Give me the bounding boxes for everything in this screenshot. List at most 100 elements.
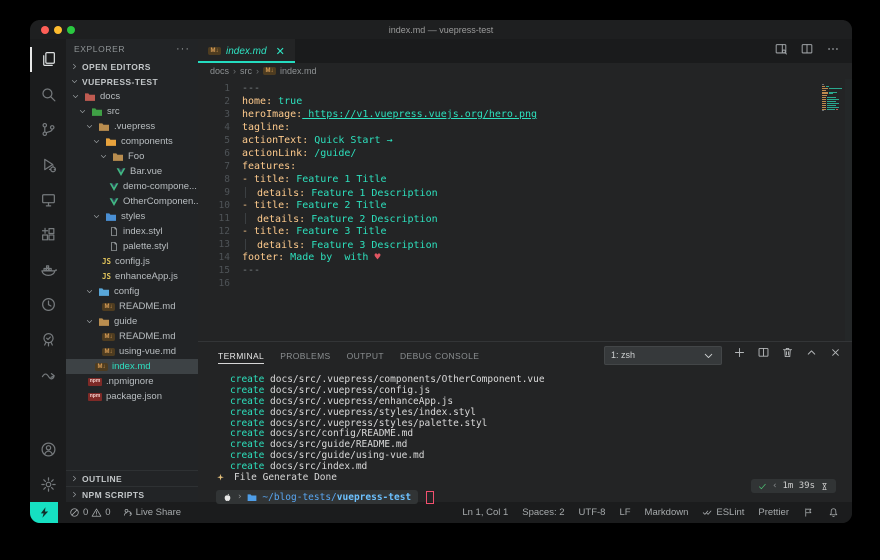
editor-area[interactable]: 1 --- 2 home: true 3 heroImage: https://v1.vu… bbox=[198, 79, 852, 341]
vscode-window: index.md — vuepress-test EXPLORER ··· OP… bbox=[30, 20, 852, 523]
tree-item-readme-md[interactable]: M↓ README.md bbox=[66, 329, 198, 344]
tree-item-index-styl[interactable]: index.styl bbox=[66, 224, 198, 239]
status-notifications[interactable] bbox=[828, 507, 839, 518]
code-line-3[interactable]: 3 heroImage: https://v1.vuepress.vuejs.or… bbox=[198, 108, 820, 121]
remote-indicator[interactable] bbox=[30, 502, 58, 523]
tree-item--vuepress[interactable]: .vuepress bbox=[66, 119, 198, 134]
close-tab-icon[interactable]: ✕ bbox=[276, 45, 285, 58]
status-lf[interactable]: LF bbox=[619, 507, 630, 518]
maximize-window-button[interactable] bbox=[67, 25, 75, 34]
code-line-15[interactable]: 15 --- bbox=[198, 264, 820, 277]
code-line-7[interactable]: 7 features: bbox=[198, 160, 820, 173]
tab-index-md[interactable]: M↓ index.md ✕ bbox=[198, 39, 295, 63]
code-line-2[interactable]: 2 home: true bbox=[198, 95, 820, 108]
folder-icon bbox=[247, 493, 257, 502]
hourglass-icon bbox=[820, 482, 829, 491]
code-line-9[interactable]: 9 details: Feature 1 Description bbox=[198, 186, 820, 199]
panel-tab-output[interactable]: OUTPUT bbox=[347, 345, 384, 366]
tree-item-enhanceapp-js[interactable]: JS enhanceApp.js bbox=[66, 269, 198, 284]
tree-item-config[interactable]: config bbox=[66, 284, 198, 299]
maximize-panel-icon[interactable] bbox=[805, 346, 818, 364]
activity-wave-extension-icon[interactable] bbox=[30, 357, 66, 392]
code-line-1[interactable]: 1 --- bbox=[198, 82, 820, 95]
sidebar-more-actions-icon[interactable]: ··· bbox=[176, 43, 190, 55]
line-number: 10 bbox=[218, 200, 230, 211]
close-window-button[interactable] bbox=[41, 25, 49, 34]
breadcrumb-docs[interactable]: docs bbox=[210, 66, 229, 76]
activity-remote-explorer-icon[interactable] bbox=[30, 182, 66, 217]
terminal-content[interactable]: create docs/src/.vuepress/components/Oth… bbox=[198, 368, 852, 505]
tree-item-src[interactable]: src bbox=[66, 104, 198, 119]
problems-status[interactable]: 0 0 bbox=[69, 507, 111, 518]
live-share-status[interactable]: Live Share bbox=[122, 507, 181, 518]
activity-docker-icon[interactable] bbox=[30, 252, 66, 287]
activity-source-control-icon[interactable] bbox=[30, 112, 66, 147]
section-open-editors[interactable]: OPEN EDITORS bbox=[66, 59, 198, 74]
tree-item-demo-compone-[interactable]: demo-compone... bbox=[66, 179, 198, 194]
editor-scrollbar[interactable] bbox=[845, 79, 852, 341]
kill-terminal-icon[interactable] bbox=[781, 346, 794, 364]
code-line-4[interactable]: 4 tagline: bbox=[198, 121, 820, 134]
tree-item-using-vue-md[interactable]: M↓ using-vue.md bbox=[66, 344, 198, 359]
status-eslint[interactable]: ESLint bbox=[702, 507, 744, 518]
code-line-8[interactable]: 8- title: Feature 1 Title bbox=[198, 173, 820, 186]
code-line-13[interactable]: 13 details: Feature 3 Description bbox=[198, 238, 820, 251]
activity-tree-extension-icon[interactable] bbox=[30, 322, 66, 357]
status-prettier[interactable]: Prettier bbox=[758, 507, 789, 518]
editor-more-actions-icon[interactable] bbox=[826, 42, 840, 61]
code-line-14[interactable]: 14 footer: Made by with ♥ bbox=[198, 251, 820, 264]
panel-tab-terminal[interactable]: TERMINAL bbox=[218, 345, 265, 366]
code-line-16[interactable]: 16 bbox=[198, 277, 820, 290]
tree-item-docs[interactable]: docs bbox=[66, 89, 198, 104]
code-line-12[interactable]: 12- title: Feature 3 Title bbox=[198, 225, 820, 238]
close-panel-icon[interactable] bbox=[829, 346, 842, 364]
tree-item-styles[interactable]: styles bbox=[66, 209, 198, 224]
split-editor-icon[interactable] bbox=[800, 42, 814, 61]
activity-run-debug-icon[interactable] bbox=[30, 147, 66, 182]
section-outline[interactable]: OUTLINE bbox=[66, 470, 198, 486]
tree-item-components[interactable]: components bbox=[66, 134, 198, 149]
code-line-11[interactable]: 11 details: Feature 2 Description bbox=[198, 212, 820, 225]
activity-explorer-icon[interactable] bbox=[30, 42, 66, 77]
tree-item-readme-md[interactable]: M↓ README.md bbox=[66, 299, 198, 314]
section-npm-scripts[interactable]: NPM SCRIPTS bbox=[66, 486, 198, 502]
tree-item-config-js[interactable]: JS config.js bbox=[66, 254, 198, 269]
new-terminal-icon[interactable] bbox=[733, 346, 746, 364]
activity-search-icon[interactable] bbox=[30, 77, 66, 112]
code-line-6[interactable]: 6 actionLink: /guide/ bbox=[198, 147, 820, 160]
activity-accounts-icon[interactable] bbox=[30, 432, 66, 467]
activity-clock-extension-icon[interactable] bbox=[30, 287, 66, 322]
panel-tab-problems[interactable]: PROBLEMS bbox=[280, 345, 330, 366]
tree-item-package-json[interactable]: npm package.json bbox=[66, 389, 198, 404]
open-changes-icon[interactable] bbox=[774, 42, 788, 61]
tree-item--npmignore[interactable]: npm .npmignore bbox=[66, 374, 198, 389]
tree-item-palette-styl[interactable]: palette.styl bbox=[66, 239, 198, 254]
code-line-10[interactable]: 10- title: Feature 2 Title bbox=[198, 199, 820, 212]
line-number: 8 bbox=[224, 174, 230, 185]
terminal-shell-select[interactable]: 1: zsh bbox=[604, 345, 722, 365]
split-terminal-icon[interactable] bbox=[757, 346, 770, 364]
minimize-window-button[interactable] bbox=[54, 25, 62, 34]
tree-item-foo[interactable]: Foo bbox=[66, 149, 198, 164]
tree-item-guide[interactable]: guide bbox=[66, 314, 198, 329]
tree-item-bar-vue[interactable]: Bar.vue bbox=[66, 164, 198, 179]
status-spaces-2[interactable]: Spaces: 2 bbox=[522, 507, 564, 518]
tree-item-othercomponen-[interactable]: OtherComponen... bbox=[66, 194, 198, 209]
sidebar-title: EXPLORER bbox=[74, 44, 126, 54]
activity-extensions-icon[interactable] bbox=[30, 217, 66, 252]
status-ln-1-col-1[interactable]: Ln 1, Col 1 bbox=[462, 507, 508, 518]
tree-item-index-md[interactable]: M↓ index.md bbox=[66, 359, 198, 374]
code-content: 1 --- 2 home: true 3 heroImage: https://v1.vu… bbox=[198, 79, 820, 341]
status-feedback[interactable] bbox=[803, 507, 814, 518]
status-utf-8[interactable]: UTF-8 bbox=[579, 507, 606, 518]
status-markdown[interactable]: Markdown bbox=[645, 507, 689, 518]
breadcrumb-file[interactable]: index.md bbox=[280, 66, 317, 76]
code-line-5[interactable]: 5 actionText: Quick Start → bbox=[198, 134, 820, 147]
breadcrumb-src[interactable]: src bbox=[240, 66, 252, 76]
remote-lightning-icon bbox=[40, 507, 48, 518]
panel-tab-debug-console[interactable]: DEBUG CONSOLE bbox=[400, 345, 479, 366]
section-workspace-root[interactable]: VUEPRESS-TEST bbox=[66, 74, 198, 89]
activity-settings-gear-icon[interactable] bbox=[30, 467, 66, 502]
line-number: 12 bbox=[218, 226, 230, 237]
md-file-icon: M↓ bbox=[102, 347, 115, 356]
